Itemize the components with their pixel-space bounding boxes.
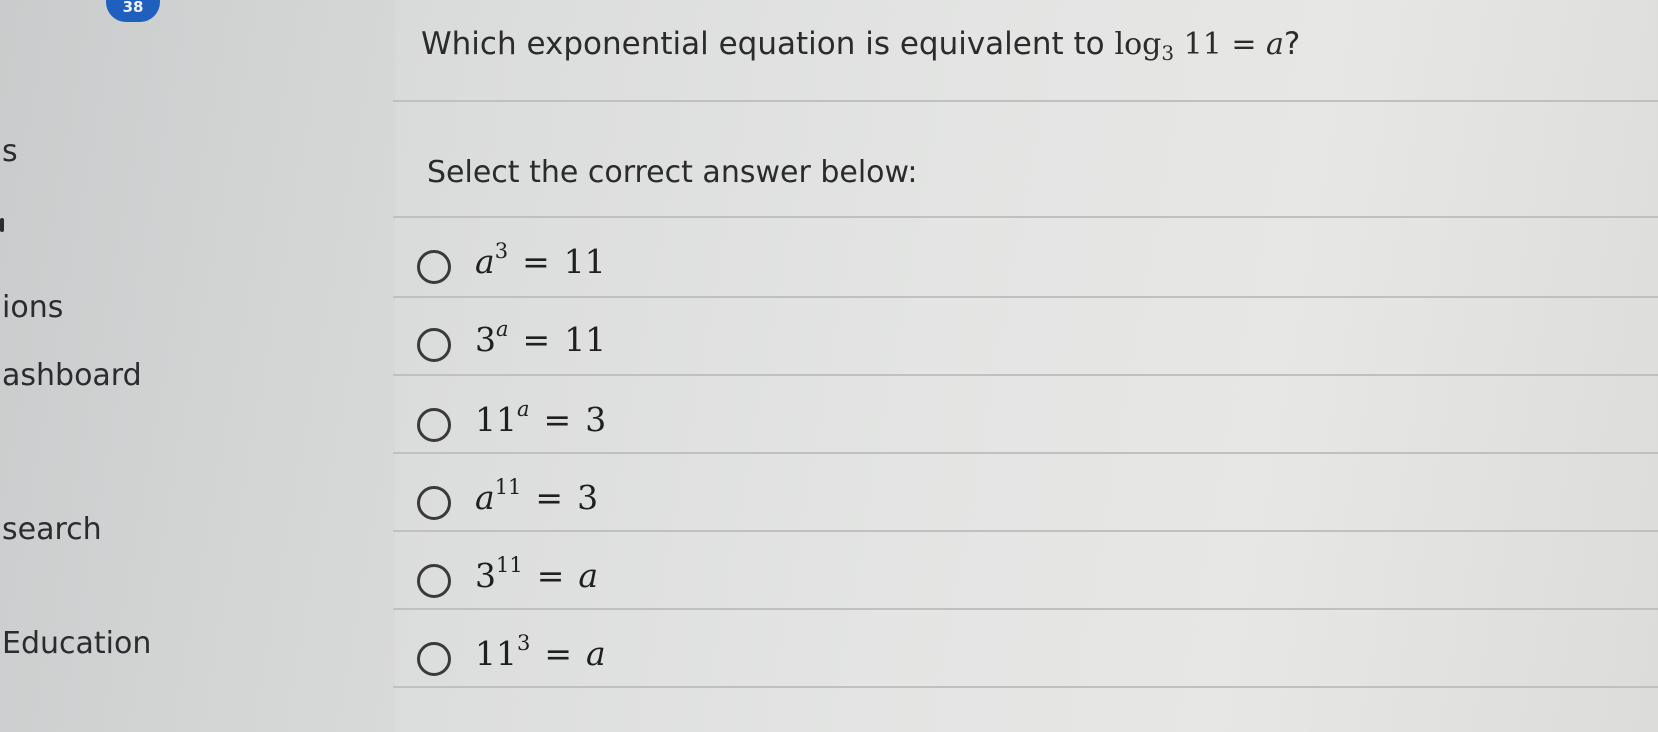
divider bbox=[393, 608, 1658, 610]
radio-button[interactable] bbox=[417, 486, 451, 520]
equals-sign: = bbox=[522, 320, 551, 359]
equals-sign: = bbox=[543, 400, 572, 439]
radio-button[interactable] bbox=[417, 642, 451, 676]
equals-sign: = bbox=[544, 634, 573, 673]
radio-button[interactable] bbox=[417, 250, 451, 284]
equals-sign: = bbox=[536, 556, 565, 595]
equation-exponent: a bbox=[517, 397, 530, 421]
divider bbox=[393, 530, 1658, 532]
log-word: log bbox=[1114, 27, 1162, 62]
answer-option[interactable]: 113 = a bbox=[417, 632, 1017, 692]
log-base: 3 bbox=[1161, 41, 1175, 65]
equation-base: a bbox=[475, 242, 495, 281]
notification-badge[interactable]: 38 bbox=[106, 0, 160, 22]
option-equation: 11a = 3 bbox=[475, 397, 607, 440]
question-suffix: ? bbox=[1283, 26, 1301, 62]
equation-rhs: 3 bbox=[585, 400, 607, 439]
question-math: log3 11 = a bbox=[1114, 27, 1284, 65]
radio-button[interactable] bbox=[417, 564, 451, 598]
question-text: Which exponential equation is equivalent… bbox=[421, 26, 1300, 65]
equation-exponent: a bbox=[496, 317, 509, 341]
equation-exponent: 3 bbox=[517, 631, 531, 655]
answer-option[interactable]: a11 = 3 bbox=[417, 476, 1017, 536]
equation-base: 11 bbox=[475, 634, 517, 673]
divider bbox=[393, 216, 1658, 218]
divider bbox=[393, 452, 1658, 454]
sidebar: 38 s ions ashboard search Education bbox=[0, 0, 395, 732]
equation-base: 11 bbox=[475, 400, 517, 439]
equals-sign: = bbox=[535, 478, 564, 517]
radio-button[interactable] bbox=[417, 328, 451, 362]
option-equation: 113 = a bbox=[475, 631, 606, 674]
equation-rhs: 3 bbox=[577, 478, 599, 517]
answer-option[interactable]: a3 = 11 bbox=[417, 240, 1017, 300]
equation-exponent: 11 bbox=[496, 553, 523, 577]
equation-rhs: 11 bbox=[564, 320, 607, 359]
divider bbox=[393, 100, 1658, 102]
sidebar-item-ions[interactable]: ions bbox=[2, 290, 63, 325]
equation-rhs: a bbox=[578, 556, 599, 595]
log-argument: 11 = bbox=[1174, 27, 1267, 62]
equation-exponent: 3 bbox=[494, 239, 509, 263]
sidebar-item-dashboard[interactable]: ashboard bbox=[2, 358, 142, 393]
answer-option[interactable]: 311 = a bbox=[417, 554, 1017, 614]
answer-prompt: Select the correct answer below: bbox=[427, 155, 918, 190]
option-equation: 311 = a bbox=[475, 553, 599, 596]
question-panel: Which exponential equation is equivalent… bbox=[393, 0, 1658, 732]
option-equation: 3a = 11 bbox=[475, 317, 607, 360]
sidebar-item-education[interactable]: Education bbox=[2, 626, 151, 661]
equation-base: 3 bbox=[475, 556, 496, 595]
answer-option[interactable]: 11a = 3 bbox=[417, 398, 1017, 458]
divider bbox=[393, 296, 1658, 298]
question-prefix: Which exponential equation is equivalent… bbox=[421, 26, 1115, 62]
equation-rhs: a bbox=[586, 634, 606, 673]
sidebar-item-search[interactable]: search bbox=[2, 512, 102, 547]
equation-base: 3 bbox=[475, 320, 496, 359]
sidebar-marker bbox=[0, 218, 4, 232]
divider bbox=[393, 374, 1658, 376]
equation-rhs: 11 bbox=[563, 242, 606, 281]
equation-exponent: 11 bbox=[494, 475, 522, 499]
radio-button[interactable] bbox=[417, 408, 451, 442]
log-variable: a bbox=[1266, 27, 1284, 62]
equation-base: a bbox=[475, 478, 495, 517]
divider bbox=[393, 686, 1658, 688]
equals-sign: = bbox=[522, 242, 550, 281]
option-equation: a11 = 3 bbox=[475, 475, 599, 518]
option-equation: a3 = 11 bbox=[475, 239, 606, 282]
sidebar-item-s[interactable]: s bbox=[2, 134, 18, 169]
answer-option[interactable]: 3a = 11 bbox=[417, 318, 1017, 378]
